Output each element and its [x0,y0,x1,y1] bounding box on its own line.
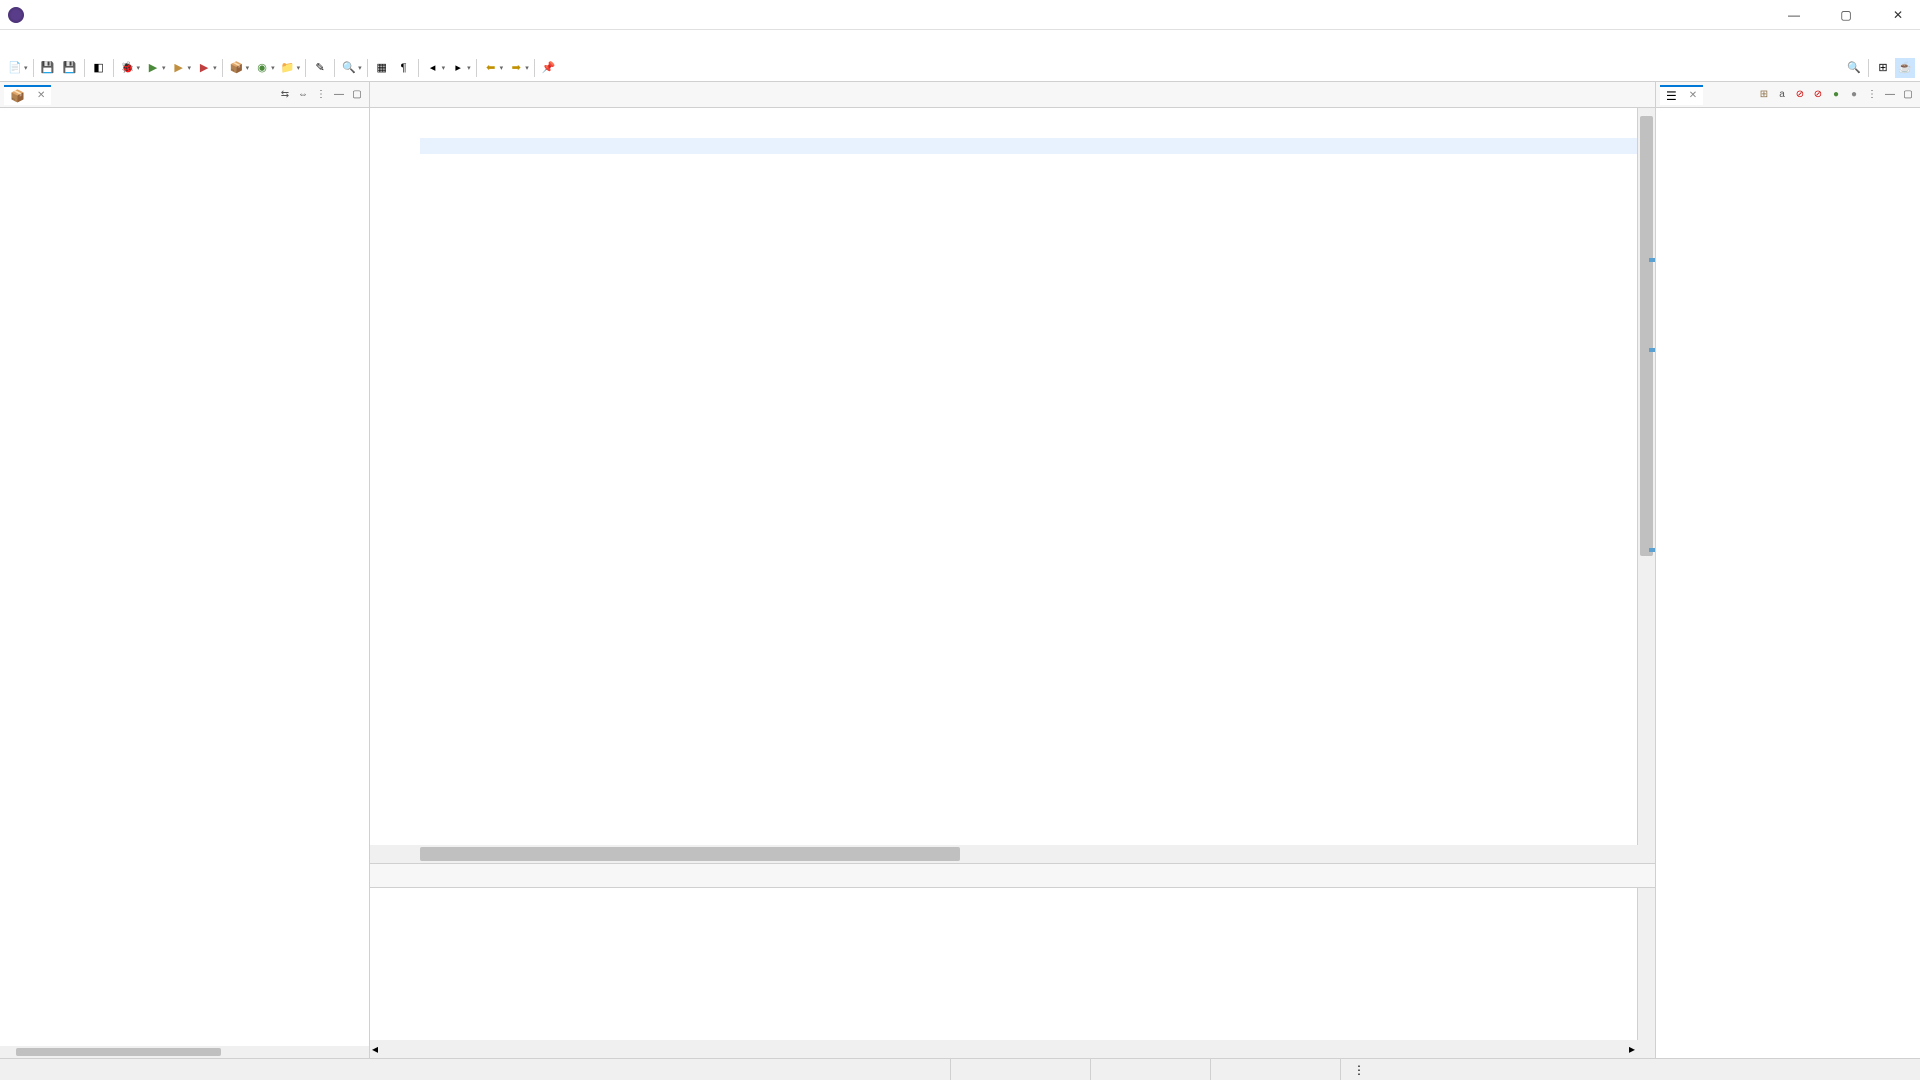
eclipse-icon [8,7,24,23]
menu-bar [0,30,1920,54]
title-bar: — ▢ ✕ [0,0,1920,30]
run-button[interactable]: ▶ [143,58,163,78]
annotation-ruler[interactable] [370,108,384,845]
back-button[interactable]: ⬅ [481,58,501,78]
editor-horizontal-scrollbar[interactable] [370,845,1655,863]
minimize-view-button[interactable]: — [1882,87,1898,103]
forward-button[interactable]: ➡ [506,58,526,78]
maximize-view-button[interactable]: ▢ [1900,87,1916,103]
coverage-button[interactable]: ▶ [169,58,189,78]
maximize-view-button[interactable]: ▢ [349,87,365,103]
new-folder-button[interactable]: 📁 [278,58,298,78]
package-explorer-tab[interactable]: 📦 ✕ [4,85,51,105]
wand-button[interactable]: ✎ [310,58,330,78]
toggle-mark-button[interactable]: ▦ [372,58,392,78]
hide-local-button[interactable]: ● [1846,87,1862,103]
minimize-view-button[interactable]: — [331,87,347,103]
new-type-button[interactable]: ◉ [252,58,272,78]
console-vertical-scrollbar[interactable] [1637,888,1655,1040]
package-explorer-panel: 📦 ✕ ⇆ ⇔ ⋮ — ▢ [0,82,370,1058]
nav-next-button[interactable]: ▸ [448,58,468,78]
sort-button[interactable]: a [1774,87,1790,103]
ext-tools-button[interactable]: ▶ [194,58,214,78]
maximize-button[interactable]: ▢ [1832,5,1860,25]
close-icon[interactable]: ✕ [37,90,45,101]
save-button[interactable]: 💾 [38,58,58,78]
pin-button[interactable]: 📌 [539,58,559,78]
editor-tabs [370,82,1655,108]
vertical-scrollbar[interactable] [1637,108,1655,845]
horizontal-scrollbar[interactable] [0,1046,369,1058]
package-tree[interactable] [0,108,369,1046]
focus-button[interactable]: ⊞ [1756,87,1772,103]
console-horizontal-scrollbar[interactable]: ◂▸ [370,1040,1655,1058]
minimize-button[interactable]: — [1780,5,1808,25]
status-position [1210,1059,1340,1080]
status-blank: ⋮ [1340,1059,1920,1080]
hide-nonpublic-button[interactable]: ● [1828,87,1844,103]
save-all-button[interactable]: 💾 [60,58,80,78]
collapse-all-button[interactable]: ⇆ [277,87,293,103]
link-editor-button[interactable]: ⇔ [295,87,311,103]
toggle-button[interactable]: ◧ [89,58,109,78]
java-perspective-button[interactable]: ☕ [1895,58,1915,78]
console-output[interactable] [370,892,1637,1040]
debug-button[interactable]: 🐞 [118,58,138,78]
status-bar: ⋮ [0,1058,1920,1080]
open-perspective-button[interactable]: ⊞ [1873,58,1893,78]
outline-tab[interactable]: ☰ ✕ [1660,85,1703,105]
close-icon[interactable]: ✕ [1689,90,1697,101]
nav-prev-button[interactable]: ◂ [423,58,443,78]
close-button[interactable]: ✕ [1884,5,1912,25]
hide-fields-button[interactable]: ⊘ [1792,87,1808,103]
package-explorer-icon: 📦 [10,89,25,103]
outline-icon: ☰ [1666,89,1677,103]
line-number-ruler[interactable] [384,108,420,845]
search-button[interactable]: 🔍 [339,58,359,78]
code-editor[interactable] [420,108,1637,845]
outline-tree[interactable] [1656,108,1920,1058]
hide-static-button[interactable]: ⊘ [1810,87,1826,103]
status-insert [1090,1059,1210,1080]
console-area: ◂▸ [370,863,1655,1058]
editor-area: ◂▸ [370,82,1655,1058]
view-menu-button[interactable]: ⋮ [313,87,329,103]
status-writable [950,1059,1090,1080]
toolbar: 📄▾ 💾 💾 ◧ 🐞▾ ▶▾ ▶▾ ▶▾ 📦▾ ◉▾ 📁▾ ✎ 🔍▾ ▦ ¶ ◂… [0,54,1920,82]
quick-access-button[interactable]: 🔍 [1844,58,1864,78]
console-tabs [370,864,1655,888]
view-menu-button[interactable]: ⋮ [1864,87,1880,103]
outline-panel: ☰ ✕ ⊞ a ⊘ ⊘ ● ● ⋮ — ▢ [1655,82,1920,1058]
new-button[interactable]: 📄 [5,58,25,78]
new-pkg-button[interactable]: 📦 [227,58,247,78]
toggle-ws-button[interactable]: ¶ [394,58,414,78]
